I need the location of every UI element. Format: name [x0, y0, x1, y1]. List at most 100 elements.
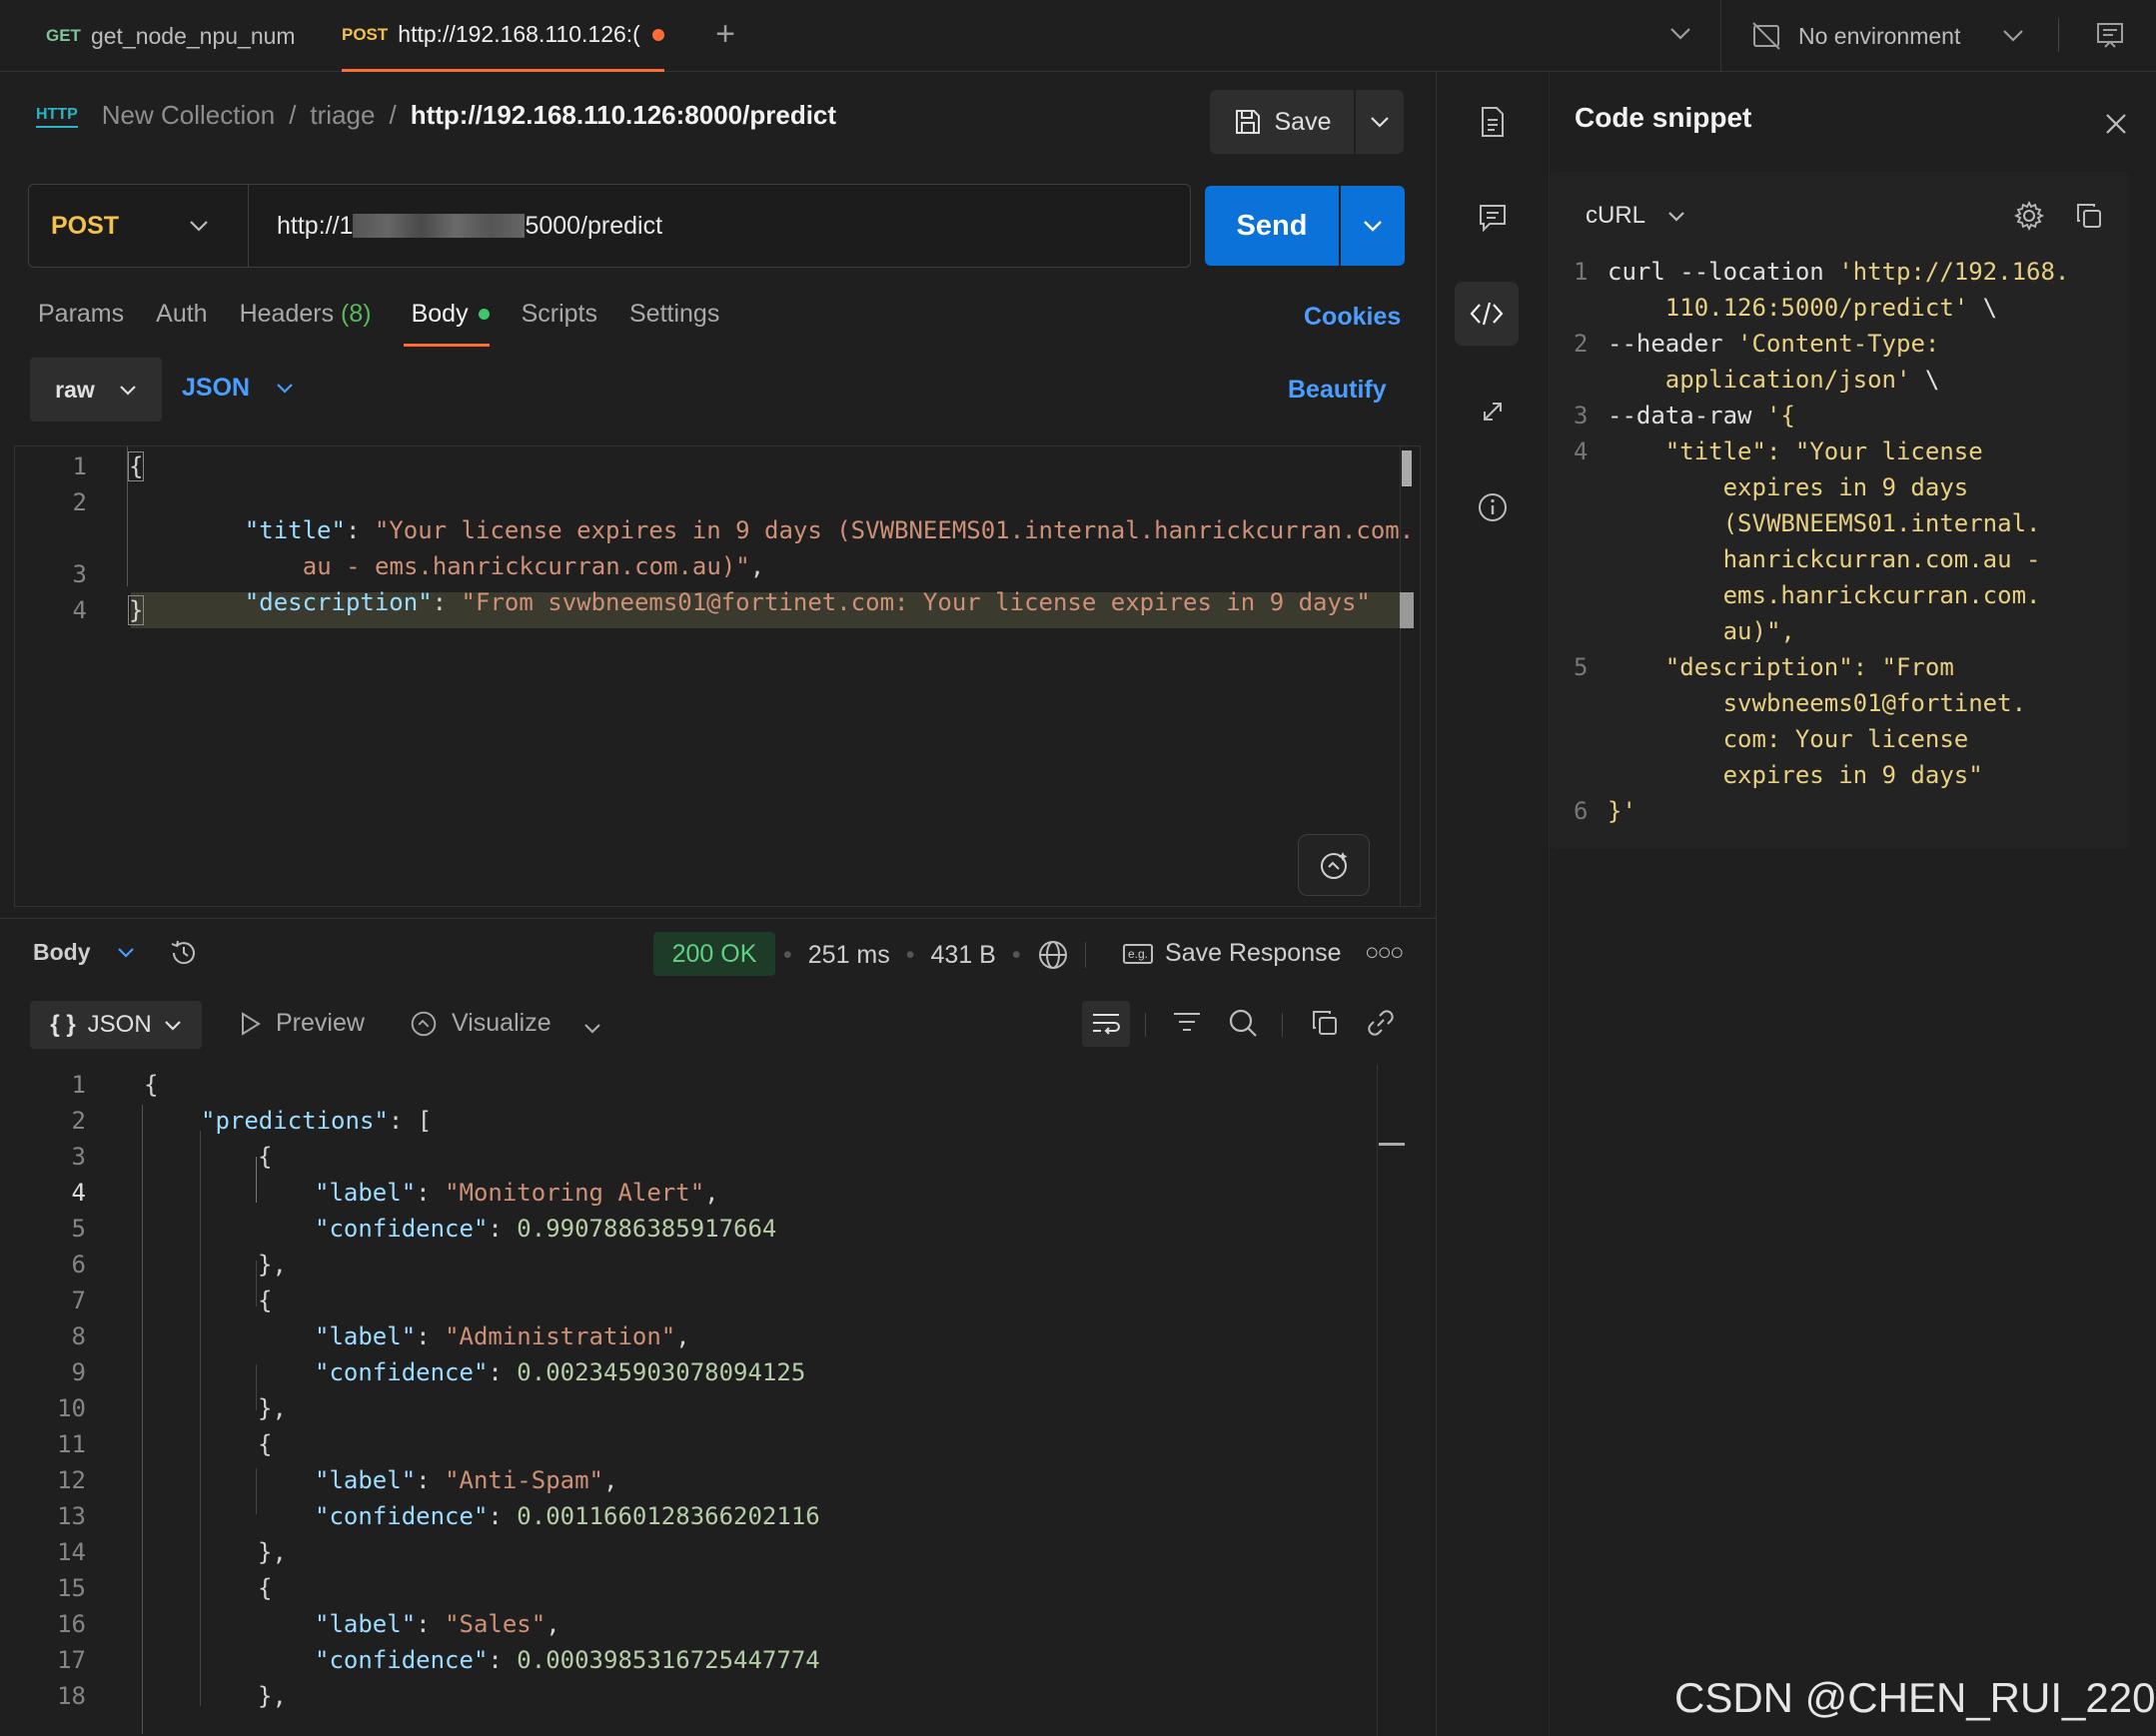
snippet-language-label: cURL — [1586, 202, 1646, 229]
response-code-line: "label": "Monitoring Alert", — [315, 1179, 719, 1207]
save-button[interactable]: Save — [1210, 90, 1354, 154]
breadcrumb-collection[interactable]: New Collection — [102, 100, 275, 131]
indent-guide — [256, 1261, 257, 1306]
response-body-select[interactable]: Body — [33, 939, 135, 966]
visualize-label: Visualize — [452, 1008, 551, 1037]
visualize-options-icon[interactable] — [583, 1021, 601, 1039]
chevron-down-icon — [1668, 211, 1684, 222]
body-mode-select[interactable]: raw — [30, 358, 162, 422]
response-code-line: { — [258, 1143, 273, 1171]
documentation-icon[interactable] — [1471, 100, 1515, 144]
divider — [1145, 1013, 1146, 1037]
method-select[interactable]: POST — [29, 185, 249, 267]
new-tab-plus-icon[interactable]: + — [705, 14, 745, 54]
comments-icon[interactable] — [1471, 196, 1515, 240]
preview-label: Preview — [276, 1009, 365, 1037]
breadcrumb-folder[interactable]: triage — [310, 100, 375, 131]
response-code-line: { — [258, 1287, 273, 1314]
snippet-line: 5 "description": "From — [1574, 653, 1954, 681]
tab-settings[interactable]: Settings — [629, 300, 719, 329]
indent-guide — [256, 1157, 257, 1203]
description-key: "description" — [244, 588, 433, 616]
tab-get-node-npu-num[interactable]: GET get_node_npu_num — [46, 0, 296, 72]
word-wrap-icon[interactable] — [1082, 1001, 1130, 1047]
play-icon — [242, 1011, 261, 1036]
request-body-editor[interactable]: 1 2 3 4 { "title": "Your license expires… — [14, 445, 1421, 907]
indent-guide — [142, 1105, 143, 1734]
line-number: 8 — [71, 1322, 86, 1350]
send-button[interactable]: Send — [1205, 186, 1339, 266]
line-number: 3 — [71, 1143, 86, 1171]
link-icon[interactable] — [1361, 1003, 1401, 1043]
cookies-link[interactable]: Cookies — [1304, 303, 1401, 332]
snippet-copy-icon[interactable] — [2069, 196, 2109, 236]
close-icon[interactable] — [2096, 104, 2136, 144]
response-format-label: JSON — [87, 1011, 152, 1038]
chevron-down-icon — [1371, 117, 1389, 128]
tab-headers[interactable]: Headers (8) — [240, 300, 372, 329]
tab-headers-label: Headers — [239, 300, 335, 328]
no-environment-icon — [1752, 22, 1780, 50]
visualize-button[interactable]: Visualize — [408, 1007, 551, 1039]
chevron-down-icon — [164, 1020, 181, 1031]
tab-body[interactable]: Body — [403, 300, 490, 347]
body-format-select[interactable]: JSON — [182, 374, 294, 403]
tab-auth[interactable]: Auth — [156, 300, 207, 329]
url-input[interactable]: http://1 5000/predict — [277, 185, 662, 267]
tab-scripts[interactable]: Scripts — [522, 300, 597, 329]
tab-params[interactable]: Params — [38, 300, 124, 329]
info-icon[interactable] — [1471, 485, 1515, 529]
code-snippet-title: Code snippet — [1575, 102, 1752, 133]
globe-icon[interactable] — [1037, 939, 1069, 971]
search-icon[interactable] — [1223, 1003, 1263, 1043]
beautify-button[interactable]: Beautify — [1288, 376, 1387, 405]
http-icon: HTTP — [36, 104, 78, 128]
environment-selector[interactable]: No environment — [1750, 12, 2024, 60]
response-body-label: Body — [33, 939, 91, 965]
response-format-select[interactable]: { } JSON — [30, 1001, 202, 1049]
code-icon[interactable] — [1455, 282, 1519, 346]
save-response-label: Save Response — [1165, 939, 1342, 967]
line-number: 10 — [57, 1394, 86, 1422]
response-code-line: "confidence": 0.9907886385917664 — [315, 1215, 777, 1243]
ai-assist-icon[interactable] — [1298, 834, 1370, 896]
save-response-button[interactable]: e.g. Save Response — [1123, 939, 1342, 968]
history-icon[interactable] — [164, 933, 204, 973]
indent-guide — [127, 446, 128, 586]
snippet-settings-gear-icon[interactable] — [2009, 196, 2049, 236]
scrollbar-thumb[interactable] — [1402, 450, 1412, 486]
response-time[interactable]: 251 ms — [808, 941, 890, 970]
snippet-line: application/json' \ — [1608, 366, 1940, 394]
snippet-language-select[interactable]: cURL — [1586, 202, 1685, 230]
request-name[interactable]: http://192.168.110.126:8000/predict — [411, 100, 836, 131]
save-options-button[interactable] — [1356, 90, 1404, 154]
chevron-down-icon — [117, 948, 134, 958]
more-options-icon[interactable]: ○○○ — [1365, 939, 1404, 967]
snippet-line: expires in 9 days — [1608, 473, 1969, 501]
related-collections-icon[interactable] — [1471, 390, 1515, 434]
line-number: 16 — [57, 1610, 86, 1638]
line-number: 13 — [57, 1502, 86, 1530]
line-number: 5 — [71, 1215, 86, 1243]
url-prefix: http://1 — [277, 211, 354, 240]
response-meta: • 251 ms • 431 B • — [783, 939, 1086, 971]
tab-label: http://192.168.110.126:( — [398, 21, 640, 47]
send-options-button[interactable] — [1341, 186, 1405, 266]
tabs-chevron-down-icon[interactable] — [1660, 14, 1700, 54]
response-code-line: { — [258, 1574, 273, 1602]
snippet-line: hanrickcurran.com.au - — [1608, 545, 2041, 573]
response-body-viewer[interactable]: 1 2 3 4 5 6 7 8 9 10 11 12 13 14 15 16 17 18 {"prediction… — [0, 1065, 1436, 1736]
status-badge[interactable]: 200 OK — [653, 932, 775, 976]
filter-icon[interactable] — [1167, 1003, 1207, 1043]
braces-icon: { } — [50, 1011, 76, 1038]
response-code-line: "confidence": 0.002345903078094125 — [315, 1358, 806, 1386]
chevron-down-icon — [120, 385, 136, 396]
environment-quick-look-icon[interactable] — [2088, 14, 2132, 58]
tab-post-predict[interactable]: POST http://192.168.110.126:( — [342, 0, 664, 72]
preview-button[interactable]: Preview — [240, 1009, 365, 1038]
copy-icon[interactable] — [1305, 1003, 1345, 1043]
scrollbar-track — [1377, 1065, 1378, 1736]
response-size[interactable]: 431 B — [931, 941, 996, 970]
divider — [1282, 1013, 1283, 1037]
response-code-line: "label": "Administration", — [315, 1322, 690, 1350]
